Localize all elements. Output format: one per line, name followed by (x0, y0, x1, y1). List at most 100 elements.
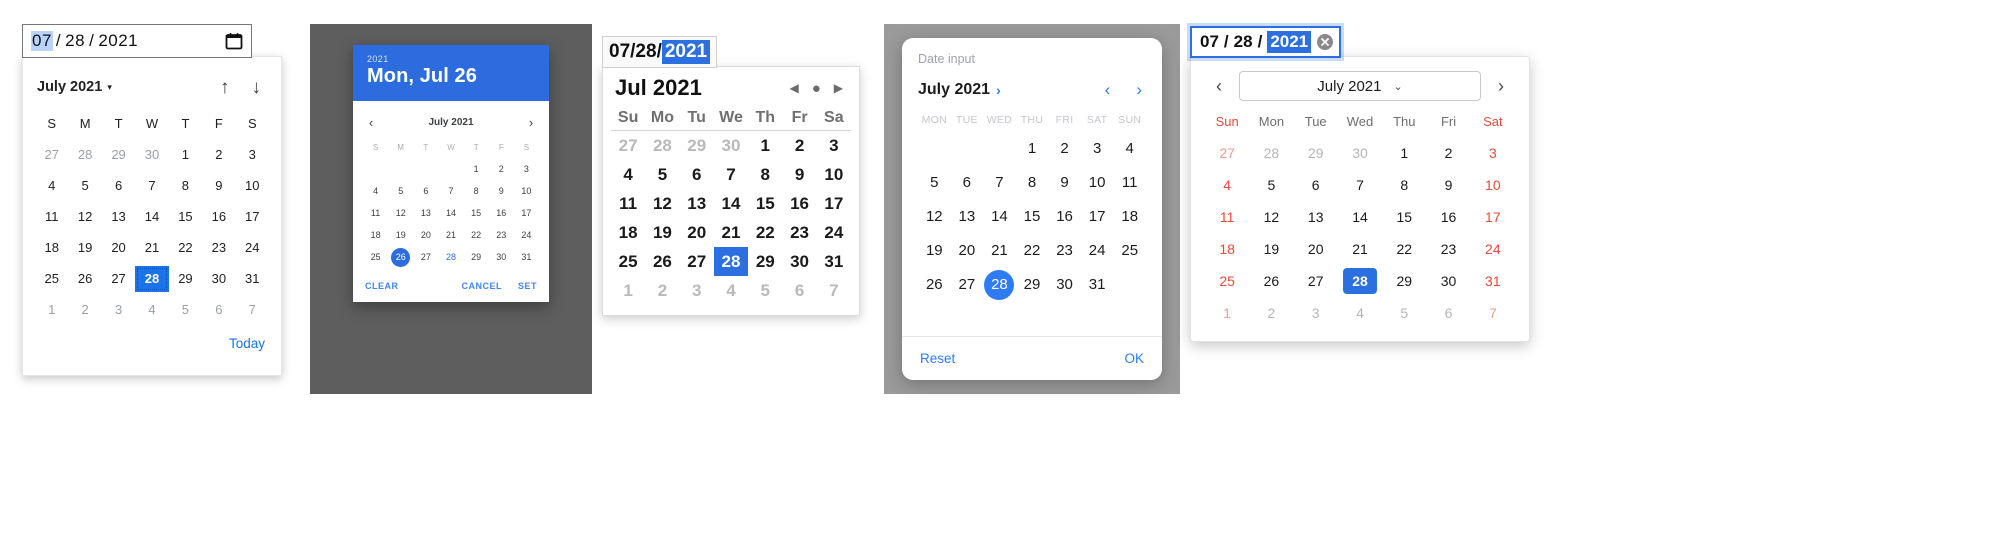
day-cell[interactable]: 2 (1426, 139, 1470, 167)
day-cell[interactable]: 5 (169, 297, 202, 323)
day-cell[interactable]: 8 (169, 173, 202, 199)
day-cell[interactable]: 28 (438, 248, 463, 267)
reset-button[interactable]: Reset (920, 351, 955, 366)
day-cell[interactable]: 26 (918, 270, 951, 300)
day-cell[interactable]: 5 (1249, 171, 1293, 199)
day-cell[interactable]: 12 (68, 204, 101, 230)
day-segment[interactable]: 28 (64, 31, 86, 51)
day-cell[interactable]: 5 (748, 276, 782, 305)
prev-month-chevron-icon[interactable]: ‹ (1105, 80, 1111, 100)
day-cell[interactable]: 29 (748, 247, 782, 276)
day-cell[interactable]: 20 (1294, 235, 1338, 263)
day-cell[interactable]: 4 (611, 160, 645, 189)
day-cell[interactable]: 19 (388, 226, 413, 245)
day-cell[interactable]: 29 (169, 266, 202, 292)
day-cell[interactable]: 9 (1426, 171, 1470, 199)
day-cell[interactable]: 10 (817, 160, 851, 189)
day-cell[interactable]: 27 (413, 248, 438, 267)
day-cell[interactable]: 7 (714, 160, 748, 189)
day-cell[interactable]: 5 (1382, 299, 1426, 327)
set-button[interactable]: SET (518, 281, 537, 291)
day-cell[interactable]: 30 (1338, 139, 1382, 167)
day-cell[interactable]: 23 (1426, 235, 1470, 263)
day-cell[interactable]: 13 (680, 189, 714, 218)
day-cell[interactable]: 18 (363, 226, 388, 245)
day-cell[interactable]: 1 (611, 276, 645, 305)
day-cell[interactable]: 3 (514, 160, 539, 179)
day-cell[interactable]: 8 (464, 182, 489, 201)
prev-month-chevron-icon[interactable]: ‹ (1205, 76, 1233, 97)
day-cell[interactable]: 15 (1016, 202, 1049, 232)
day-cell[interactable]: 3 (1471, 139, 1515, 167)
day-cell[interactable]: 11 (1113, 168, 1146, 198)
day-cell[interactable]: 29 (1016, 270, 1049, 300)
day-cell[interactable]: 7 (135, 173, 168, 199)
day-cell[interactable]: 31 (514, 248, 539, 267)
day-cell[interactable]: 31 (1471, 267, 1515, 295)
header-date-label[interactable]: Mon, Jul 26 (367, 65, 535, 88)
day-cell[interactable]: 9 (1048, 168, 1081, 198)
day-cell[interactable]: 24 (1081, 236, 1114, 266)
day-cell[interactable]: 21 (438, 226, 463, 245)
day-cell[interactable]: 30 (782, 247, 816, 276)
day-cell[interactable]: 14 (135, 204, 168, 230)
day-cell[interactable]: 8 (1382, 171, 1426, 199)
day-cell[interactable]: 11 (611, 189, 645, 218)
chevron-down-icon[interactable]: ▾ (107, 82, 112, 93)
day-cell[interactable]: 29 (1294, 139, 1338, 167)
day-cell[interactable]: 27 (1205, 139, 1249, 167)
day-cell[interactable]: 6 (680, 160, 714, 189)
day-segment[interactable]: 28 (1234, 32, 1253, 52)
day-cell[interactable]: 3 (817, 131, 851, 160)
day-cell[interactable]: 9 (489, 182, 514, 201)
day-cell[interactable]: 28 (1249, 139, 1293, 167)
calendar-icon[interactable] (225, 32, 243, 50)
day-cell[interactable]: 6 (782, 276, 816, 305)
day-cell[interactable]: 15 (1382, 203, 1426, 231)
day-cell[interactable]: 24 (514, 226, 539, 245)
day-cell[interactable]: 7 (983, 168, 1016, 198)
day-cell[interactable]: 17 (817, 189, 851, 218)
month-year-label[interactable]: July 2021 (918, 81, 990, 99)
day-cell[interactable]: 31 (817, 247, 851, 276)
today-dot-icon[interactable]: ● (812, 80, 821, 97)
day-cell[interactable]: 7 (438, 182, 463, 201)
day-cell[interactable]: 8 (1016, 168, 1049, 198)
day-cell[interactable]: 27 (102, 266, 135, 292)
day-cell[interactable]: 2 (645, 276, 679, 305)
day-cell[interactable]: 29 (680, 131, 714, 160)
day-cell[interactable]: 20 (102, 235, 135, 261)
prev-month-chevron-icon[interactable]: ‹ (363, 115, 379, 130)
day-cell[interactable]: 10 (1081, 168, 1114, 198)
day-cell[interactable]: 24 (1471, 235, 1515, 263)
day-cell[interactable]: 27 (35, 142, 68, 168)
day-cell[interactable]: 7 (1471, 299, 1515, 327)
day-cell[interactable]: 2 (489, 160, 514, 179)
day-cell[interactable]: 29 (102, 142, 135, 168)
day-cell[interactable]: 23 (489, 226, 514, 245)
day-cell[interactable]: 27 (951, 270, 984, 300)
day-cell[interactable]: 1 (1205, 299, 1249, 327)
next-month-chevron-icon[interactable]: › (1136, 80, 1142, 100)
day-cell[interactable]: 19 (68, 235, 101, 261)
day-cell[interactable]: 18 (1205, 235, 1249, 263)
day-cell[interactable]: 1 (169, 142, 202, 168)
day-cell[interactable]: 8 (748, 160, 782, 189)
day-cell[interactable]: 9 (782, 160, 816, 189)
day-cell[interactable]: 15 (748, 189, 782, 218)
day-cell[interactable]: 5 (388, 182, 413, 201)
day-cell[interactable]: 5 (68, 173, 101, 199)
day-cell[interactable]: 7 (236, 297, 269, 323)
day-cell[interactable]: 12 (388, 204, 413, 223)
day-cell[interactable]: 10 (236, 173, 269, 199)
day-cell[interactable]: 21 (714, 218, 748, 247)
day-cell[interactable]: 19 (918, 236, 951, 266)
day-cell[interactable]: 6 (102, 173, 135, 199)
day-cell[interactable]: 2 (1249, 299, 1293, 327)
day-cell[interactable]: 1 (35, 297, 68, 323)
month-segment[interactable]: 07 (1200, 32, 1219, 52)
day-cell[interactable]: 17 (1081, 202, 1114, 232)
day-cell[interactable]: 1 (748, 131, 782, 160)
day-cell[interactable]: 14 (438, 204, 463, 223)
day-cell[interactable]: 20 (680, 218, 714, 247)
